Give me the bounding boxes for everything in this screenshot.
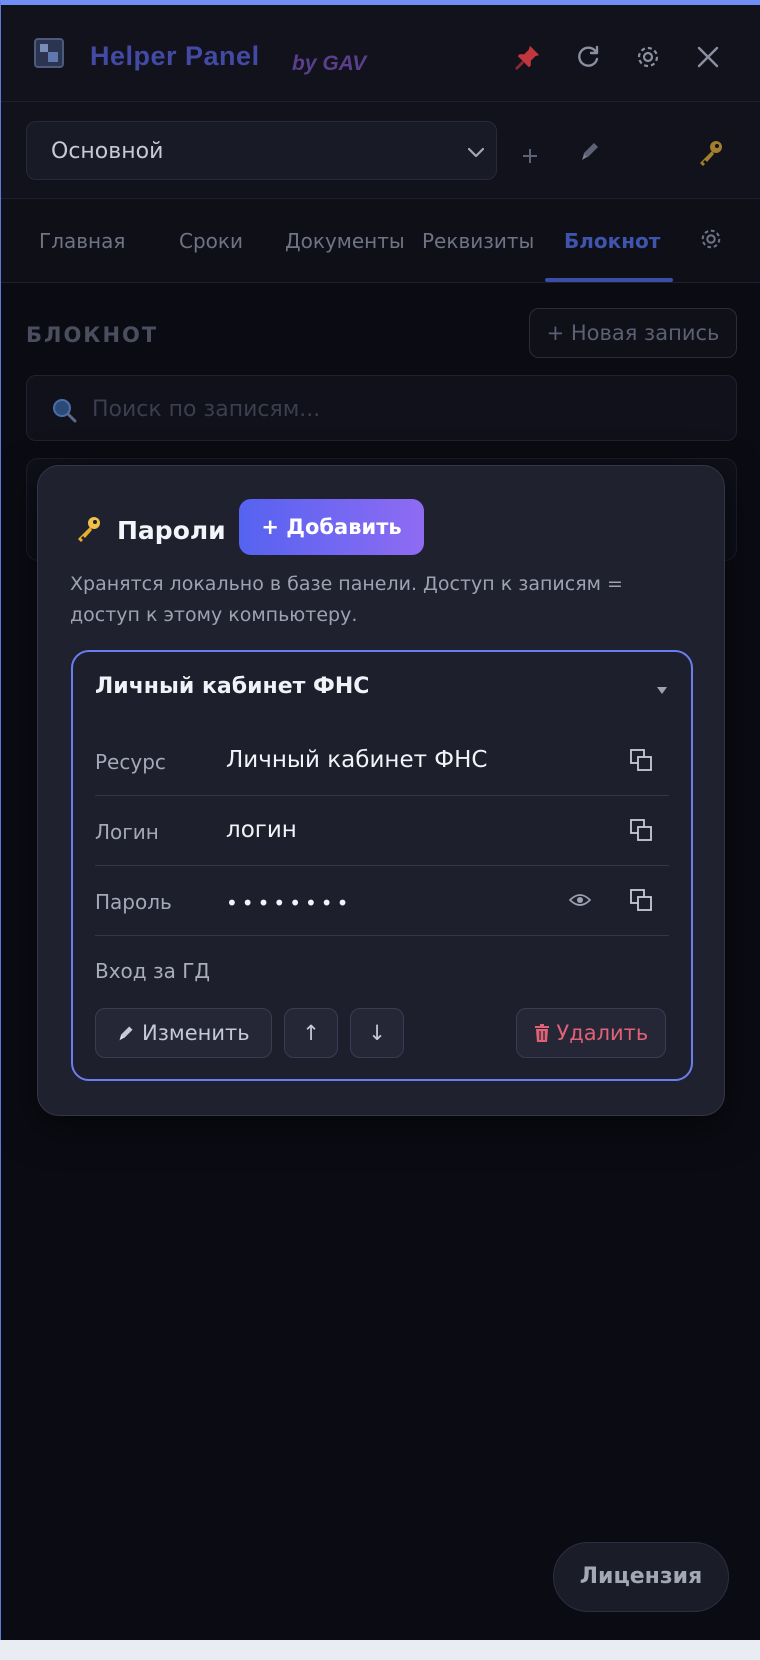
app-logo-icon bbox=[34, 38, 64, 68]
passwords-modal: Пароли + Добавить Хранятся локально в ба… bbox=[37, 465, 725, 1116]
main-tabs: Главная Сроки Документы Реквизиты Блокно… bbox=[1, 199, 760, 283]
delete-entry-button[interactable]: Удалить bbox=[516, 1008, 666, 1058]
move-up-button[interactable]: ↑ bbox=[284, 1008, 338, 1058]
helper-panel-window: Helper Panel by GAV Основной Главная Сро… bbox=[0, 0, 760, 1640]
chevron-down-icon bbox=[466, 142, 486, 166]
profile-row: Основной bbox=[1, 102, 760, 199]
field-label: Ресурс bbox=[95, 750, 166, 774]
profile-select[interactable]: Основной bbox=[26, 121, 497, 180]
modal-description: Хранятся локально в базе панели. Доступ … bbox=[70, 573, 623, 626]
active-tab-indicator bbox=[545, 278, 673, 282]
app-author: by GAV bbox=[292, 52, 367, 75]
notebook-heading: БЛОКНОТ bbox=[26, 323, 159, 347]
password-entry-card: Личный кабинет ФНС Ресурс Личный кабинет… bbox=[71, 650, 693, 1081]
search-icon bbox=[51, 397, 77, 427]
pencil-icon bbox=[119, 1026, 133, 1041]
profile-select-value: Основной bbox=[51, 139, 164, 164]
field-label: Логин bbox=[95, 820, 159, 844]
add-password-button[interactable]: + Добавить bbox=[239, 499, 424, 555]
close-icon[interactable] bbox=[694, 43, 722, 71]
notebook-search-input[interactable]: Поиск по записям... bbox=[26, 375, 737, 441]
new-entry-button[interactable]: + Новая запись bbox=[529, 308, 737, 358]
tab-main[interactable]: Главная bbox=[39, 229, 125, 253]
key-icon bbox=[73, 514, 103, 548]
add-profile-icon[interactable] bbox=[520, 144, 540, 172]
search-placeholder: Поиск по записям... bbox=[92, 397, 321, 422]
trash-icon bbox=[534, 1024, 549, 1042]
copy-icon[interactable] bbox=[629, 748, 653, 776]
copy-icon[interactable] bbox=[629, 818, 653, 846]
gear-icon[interactable] bbox=[634, 43, 662, 71]
tab-notebook[interactable]: Блокнот bbox=[564, 229, 660, 253]
tab-documents[interactable]: Документы bbox=[285, 229, 405, 253]
collapse-triangle-icon[interactable] bbox=[657, 680, 667, 699]
key-icon[interactable] bbox=[695, 138, 725, 172]
delete-entry-label: Удалить bbox=[556, 1021, 649, 1045]
app-title: Helper Panel bbox=[90, 41, 260, 71]
modal-title: Пароли bbox=[117, 516, 226, 545]
password-masked-value: •••••••• bbox=[226, 891, 353, 915]
field-row-login: Логин логин bbox=[95, 796, 669, 866]
license-button[interactable]: Лицензия bbox=[553, 1542, 729, 1612]
field-row-password: Пароль •••••••• bbox=[95, 866, 669, 936]
entry-note: Вход за ГД bbox=[95, 959, 211, 983]
field-label: Пароль bbox=[95, 890, 172, 914]
tab-requisites[interactable]: Реквизиты bbox=[422, 229, 534, 253]
refresh-icon[interactable] bbox=[574, 43, 602, 71]
edit-entry-label: Изменить bbox=[142, 1021, 250, 1045]
tab-settings-gear-icon[interactable] bbox=[699, 227, 723, 257]
edit-entry-button[interactable]: Изменить bbox=[95, 1008, 272, 1058]
move-down-button[interactable]: ↓ bbox=[350, 1008, 404, 1058]
eye-icon[interactable] bbox=[568, 892, 592, 912]
field-value: логин bbox=[226, 817, 297, 843]
field-value: Личный кабинет ФНС bbox=[226, 747, 488, 773]
edit-profile-icon[interactable] bbox=[579, 140, 601, 166]
pin-icon[interactable] bbox=[514, 43, 542, 71]
tab-deadlines[interactable]: Сроки bbox=[179, 229, 243, 253]
copy-icon[interactable] bbox=[629, 888, 653, 916]
entry-title: Личный кабинет ФНС bbox=[95, 674, 370, 699]
field-row-resource: Ресурс Личный кабинет ФНС bbox=[95, 726, 669, 796]
title-bar: Helper Panel by GAV bbox=[1, 5, 760, 102]
